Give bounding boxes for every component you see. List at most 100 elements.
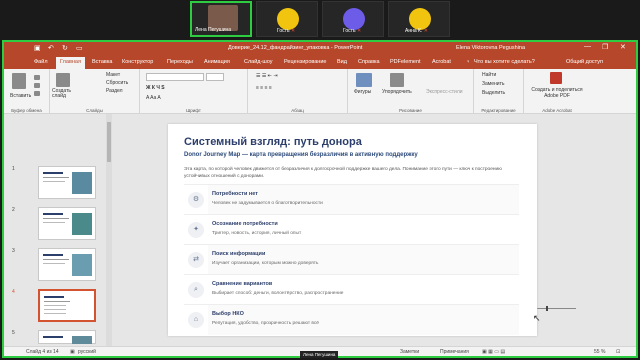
comments-button[interactable]: Примечания	[440, 349, 469, 355]
present-icon[interactable]: ▭	[76, 44, 83, 52]
slide-thumbnails-pane: 1 2 3 4 5	[4, 114, 114, 346]
share-pdf-button[interactable]: Создать и поделиться Adobe PDF	[526, 87, 588, 99]
copy-icon[interactable]	[34, 83, 40, 88]
view-buttons[interactable]: ▣ ▦ ▭ ▤	[482, 349, 505, 355]
tab-view[interactable]: Вид	[337, 59, 347, 65]
slide[interactable]: Системный взгляд: путь донора Donor Jour…	[168, 124, 537, 336]
replace-button[interactable]: Заменить	[482, 81, 504, 87]
step-title: Сравнение вариантов	[212, 281, 273, 287]
paste-button[interactable]: Вставить	[10, 93, 31, 99]
mic-muted-icon: ✕	[356, 28, 362, 34]
step-desc: Выбирает способ: деньги, волонтёрство, р…	[212, 291, 344, 296]
notes-button[interactable]: Заметки	[400, 349, 419, 355]
align-buttons[interactable]: ≡ ≡ ≡ ≡	[256, 85, 272, 91]
tab-file[interactable]: Файл	[34, 59, 48, 65]
slide-thumbnail[interactable]	[38, 166, 96, 199]
mouse-cursor-icon: ↖	[533, 313, 541, 323]
tab-review[interactable]: Рецензирование	[284, 59, 326, 65]
minimize-icon[interactable]: —	[584, 43, 591, 50]
zoom-slider-knob[interactable]	[546, 306, 548, 311]
mic-muted-icon: ✕	[290, 28, 296, 34]
participant-tile[interactable]: Гость ✕	[322, 1, 384, 37]
journey-step: ⌂ Выбор НКО Репутация, удобство, прозрач…	[184, 304, 519, 335]
slide-counter: Слайд 4 из 14	[26, 349, 59, 355]
slide-thumbnail[interactable]	[38, 248, 96, 281]
gear-icon: ⚙	[188, 192, 204, 208]
thumb-number: 1	[12, 166, 15, 172]
arrange-button[interactable]: Упорядочить	[382, 89, 412, 95]
tell-me-box[interactable]: Что вы хотите сделать?	[474, 59, 535, 65]
tab-home[interactable]: Главная	[56, 57, 85, 69]
tab-animation[interactable]: Анимация	[204, 59, 230, 65]
new-slide-icon[interactable]	[56, 73, 70, 87]
format-painter-icon[interactable]	[34, 91, 40, 96]
participant-name: Лена Пегушина	[195, 27, 232, 33]
journey-step: ✦ Осознание потребности Триггер, новость…	[184, 214, 519, 244]
group-slides: Создать слайд Макет Сбросить Раздел Слай…	[50, 69, 140, 114]
find-button[interactable]: Найти	[482, 72, 496, 78]
save-icon[interactable]: ▣	[34, 44, 41, 52]
shapes-button[interactable]: Фигуры	[354, 89, 371, 95]
journey-step: ⇄ Поиск информации Изучает организации, …	[184, 244, 519, 275]
reset-button[interactable]: Сбросить	[106, 80, 128, 86]
journey-step: ⌕ Сравнение вариантов Выбирает способ: д…	[184, 274, 519, 304]
tab-design[interactable]: Конструктор	[122, 59, 153, 65]
new-slide-button[interactable]: Создать слайд	[52, 89, 78, 99]
select-button[interactable]: Выделить	[482, 90, 505, 96]
restore-icon[interactable]: ❐	[602, 43, 608, 51]
pdf-icon[interactable]	[550, 72, 562, 84]
slide-thumbnail[interactable]	[38, 207, 96, 240]
cut-icon[interactable]	[34, 75, 40, 80]
group-label: Рисование	[399, 108, 422, 113]
slide-thumbnail-selected[interactable]	[38, 289, 96, 322]
close-icon[interactable]: ✕	[620, 43, 626, 51]
thumbnails-scrollbar[interactable]	[106, 114, 112, 346]
share-button[interactable]: Общий доступ	[566, 59, 603, 65]
tab-acrobat[interactable]: Acrobat	[432, 59, 451, 65]
fit-slide-icon[interactable]: ⊡	[616, 349, 620, 355]
group-drawing: Фигуры Упорядочить Экспресс-стили Рисова…	[348, 69, 474, 114]
ribbon: Вставить Буфер обмена Создать слайд Маке…	[4, 69, 636, 114]
participant-tile[interactable]: Лена Пегушина	[190, 1, 252, 37]
group-label: Редактирование	[481, 108, 516, 113]
undo-icon[interactable]: ↶	[48, 44, 54, 52]
quick-styles-button[interactable]: Экспресс-стили	[426, 89, 463, 95]
group-acrobat: Создать и поделиться Adobe PDF Adobe Acr…	[524, 69, 590, 114]
slide-thumbnail[interactable]	[38, 330, 96, 344]
participant-tile[interactable]: Анна К. ✕	[388, 1, 450, 37]
mic-muted-icon: ✕	[423, 28, 428, 34]
font-color-button[interactable]: A Aa A	[146, 95, 161, 101]
tab-transitions[interactable]: Переходы	[167, 59, 193, 65]
redo-icon[interactable]: ↻	[62, 44, 68, 52]
spellcheck-icon[interactable]: ▣	[70, 349, 75, 355]
tab-pdfelement[interactable]: PDFelement	[390, 59, 421, 65]
building-icon: ⌂	[188, 312, 204, 328]
participant-name: Гость ✕	[343, 28, 362, 34]
zoom-level[interactable]: 55 %	[594, 349, 605, 355]
group-clipboard: Вставить Буфер обмена	[4, 69, 50, 114]
shapes-icon[interactable]	[356, 73, 372, 87]
thumb-number: 5	[12, 330, 15, 336]
language-indicator[interactable]: русский	[78, 349, 96, 355]
section-button[interactable]: Раздел	[106, 88, 123, 94]
list-buttons[interactable]: ☰ ☰ ⇤ ⇥	[256, 73, 278, 79]
layout-button[interactable]: Макет	[106, 72, 120, 78]
tab-help[interactable]: Справка	[358, 59, 380, 65]
step-title: Потребности нет	[212, 191, 258, 197]
tab-insert[interactable]: Вставка	[92, 59, 112, 65]
group-label: Буфер обмена	[11, 108, 42, 113]
tab-slideshow[interactable]: Слайд-шоу	[244, 59, 273, 65]
avatar	[277, 8, 299, 30]
group-label: Слайды	[86, 108, 103, 113]
font-size-select[interactable]	[206, 73, 224, 81]
group-font: Ж К Ч S A Aa A Шрифт	[140, 69, 248, 114]
bold-button[interactable]: Ж К Ч S	[146, 85, 165, 91]
network-icon: ⇄	[188, 252, 204, 268]
font-family-select[interactable]	[146, 73, 204, 81]
journey-step: ⚙ Потребности нет Человек не задумываетс…	[184, 184, 519, 215]
arrange-icon[interactable]	[390, 73, 404, 87]
step-desc: Человек не задумывается о благотворитель…	[212, 201, 323, 206]
participant-tile[interactable]: Гость ✕	[256, 1, 318, 37]
step-title: Осознание потребности	[212, 221, 278, 227]
paste-icon[interactable]	[12, 73, 26, 89]
